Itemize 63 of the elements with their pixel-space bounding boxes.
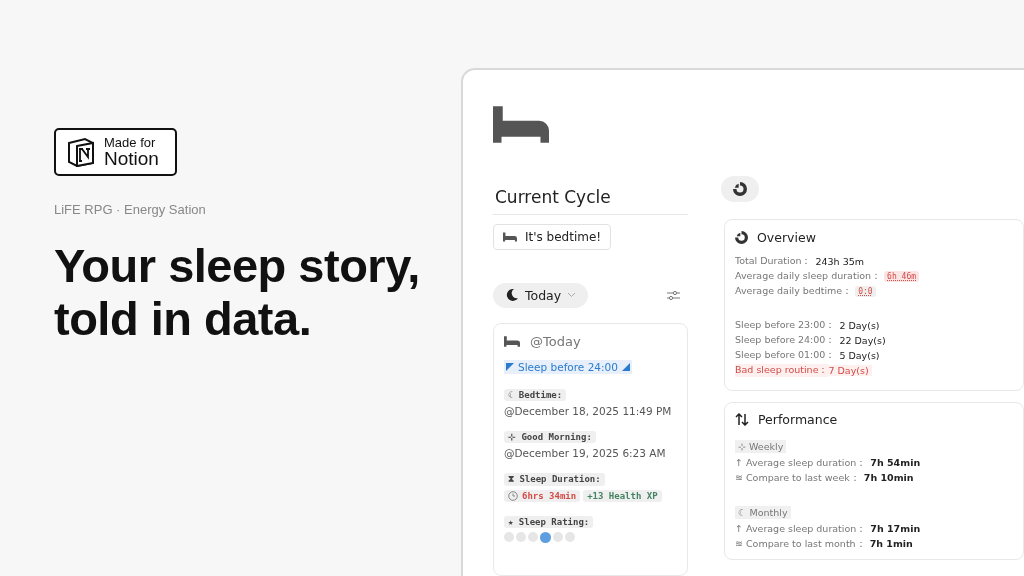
donut-chart-icon [735,231,748,244]
logo-icon [66,137,96,167]
stat-value: 5 Day(s) [839,350,880,361]
stat-label: Sleep before 01:00： [735,349,836,362]
bed-icon [493,106,549,143]
stat-label: ≋ Compare to last month： [735,538,866,551]
stat-value: 7 Day(s) [828,365,872,376]
stat-value: 7h 1min [869,538,913,551]
badge-title: Notion [104,149,159,168]
stat-label: ↑ Average sleep duration： [735,457,867,470]
stat-value: 243h 35m [815,256,864,267]
period-heading: ⊹ Weekly [735,440,787,453]
property-label: ☾ Bedtime: [504,388,567,401]
entry-title[interactable]: @Today [530,333,581,349]
bed-icon [504,335,520,347]
date-value[interactable]: @December 18, 2025 11:49 PM [504,404,672,417]
stat-label: Sleep before 23:00： [735,319,836,332]
value-badge: 6hrs 34min [504,489,581,502]
rating-dot[interactable] [528,531,538,542]
property-label: ★ Sleep Rating: [504,515,594,528]
date-value[interactable]: @December 19, 2025 6:23 AM [504,446,666,459]
clock-icon [508,490,518,501]
status-tag: Sleep before 24:00 [504,359,632,374]
value-badge: +13 Health XP [583,489,662,502]
sort-arrows-icon [735,413,749,426]
rating-dot[interactable] [540,531,551,543]
stat-label: Sleep before 24:00： [735,334,836,347]
triangle-icon [621,362,630,371]
section-heading: Current Cycle [493,186,688,215]
stat-label: Average daily bedtime： [735,285,853,298]
stat-value: 6h 46m [884,271,919,282]
moon-icon [505,288,519,303]
period-heading: ☾ Monthly [735,506,791,519]
stat-value: 22 Day(s) [839,335,886,346]
rating-dot[interactable] [516,531,526,542]
rating-dot[interactable] [504,531,514,542]
donut-chart-icon [733,182,747,196]
view-dropdown[interactable]: Today [493,282,589,308]
chart-view-button[interactable] [721,176,759,202]
stat-value: 7h 10min [863,472,914,485]
card-title: Performance [758,412,838,427]
property-label: ⊹ Good Morning: [504,430,596,443]
stat-label: Total Duration： [735,255,812,268]
filter-settings-icon[interactable] [667,289,680,301]
triangle-icon [506,362,514,371]
bedtime-button[interactable]: It's bedtime! [493,223,612,250]
property-label: ⧗ Sleep Duration: [504,472,605,486]
stat-value: 2 Day(s) [839,320,880,331]
stat-value: 0:0 [855,286,876,297]
stat-value: 7h 17min [870,523,921,536]
badge-caption: Made for [104,136,157,149]
chevron-down-icon [567,292,577,299]
rating-dot[interactable] [553,531,563,542]
card-title: Overview [757,230,816,245]
stat-label: ≋ Compare to last week： [735,472,860,485]
stat-label: Average daily sleep duration： [735,270,882,283]
rating-dot[interactable] [565,531,575,542]
stat-label: Bad sleep routine： [735,364,829,377]
subtitle: LiFE RPG · Energy Sation [54,202,207,217]
headline: Your sleep story, told in data. [54,239,421,346]
bed-icon [503,231,517,242]
stat-label: ↑ Average sleep duration： [735,523,867,536]
stat-value: 7h 54min [870,457,921,470]
